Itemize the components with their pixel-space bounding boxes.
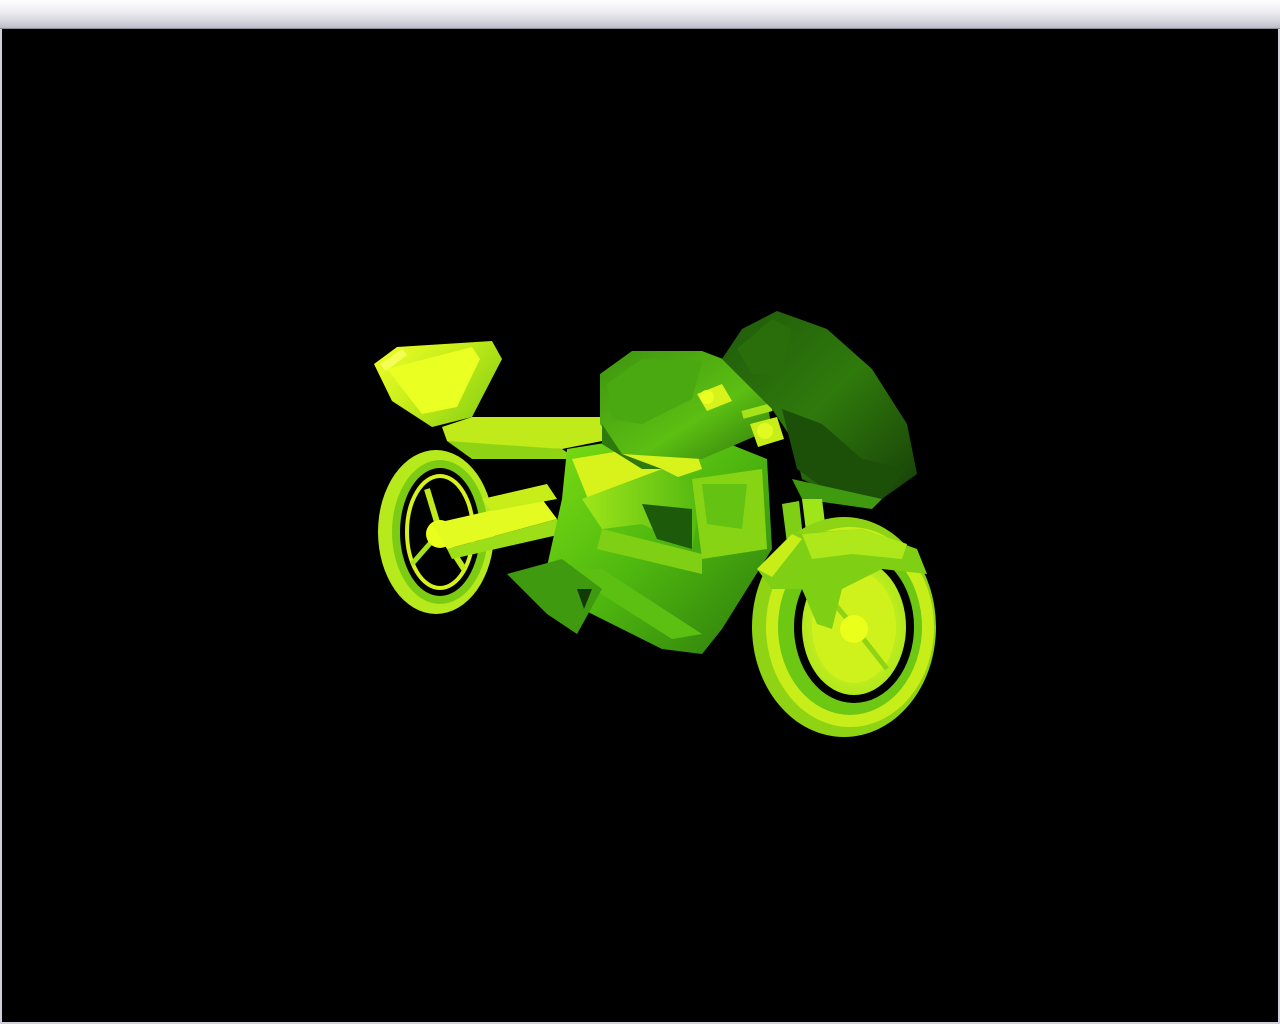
render-viewport[interactable] [2, 29, 1278, 1022]
tail-section [374, 341, 612, 459]
motorcycle-3d-model [374, 311, 936, 737]
application-window [0, 0, 1280, 1024]
title-bar[interactable] [0, 0, 1280, 29]
